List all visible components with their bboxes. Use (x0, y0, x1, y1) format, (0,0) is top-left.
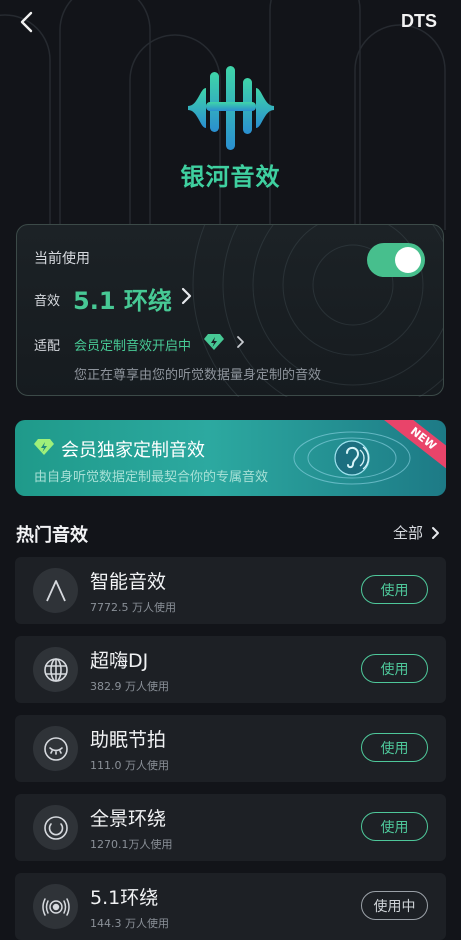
sound-wave-logo-icon (188, 66, 274, 150)
chevron-right-icon[interactable] (235, 334, 247, 350)
dts-button[interactable]: DTS (401, 11, 437, 32)
effect-item-panorama[interactable]: 全景环绕 1270.1万人使用 使用 (15, 794, 446, 861)
diamond-lightning-icon (204, 334, 224, 350)
effect-usage-count: 1270.1万人使用 (90, 838, 173, 851)
effect-usage-count: 111.0 万人使用 (90, 759, 169, 772)
chevron-left-icon (20, 11, 33, 33)
current-effect-card: 当前使用 音效 5.1 环绕 适配 会员定制音效开启中 您正在尊享由您的听觉数据… (16, 224, 444, 397)
ear-icon (293, 431, 411, 485)
effect-name: 助眠节拍 (90, 729, 167, 751)
effect-name: 超嗨DJ (90, 650, 149, 672)
effect-toggle[interactable] (367, 243, 425, 277)
banner-subtitle: 由自身听觉数据定制最契合你的专属音效 (34, 470, 269, 485)
effect-item-dj[interactable]: 超嗨DJ 382.9 万人使用 使用 (15, 636, 446, 703)
use-button[interactable]: 使用 (361, 812, 428, 841)
member-custom-effect-banner[interactable]: NEW 会员独家定制音效 由自身听觉数据定制最契合你的专属音效 (15, 420, 446, 496)
fit-status[interactable]: 会员定制音效开启中 (74, 335, 191, 354)
letter-a-icon (33, 568, 78, 613)
hot-effects-title: 热门音效 (16, 525, 88, 546)
use-button[interactable]: 使用 (361, 654, 428, 683)
use-button[interactable]: 使用 (361, 733, 428, 762)
effect-item-51-surround[interactable]: 5.1环绕 144.3 万人使用 使用中 (15, 873, 446, 940)
effect-name: 全景环绕 (90, 808, 167, 830)
effect-usage-count: 382.9 万人使用 (90, 680, 169, 693)
fit-label: 适配 (34, 339, 61, 354)
toggle-knob (395, 247, 421, 273)
current-use-label: 当前使用 (34, 251, 90, 267)
globe-icon (33, 647, 78, 692)
effect-item-smart[interactable]: 智能音效 7772.5 万人使用 使用 (15, 557, 446, 624)
view-all-link[interactable]: 全部 (393, 522, 441, 543)
chevron-right-icon (432, 526, 439, 539)
speaker-waves-icon (33, 884, 78, 929)
brand-title: 银河音效 (180, 163, 281, 191)
effect-name: 智能音效 (90, 571, 167, 593)
effect-name: 5.1环绕 (90, 887, 159, 909)
diamond-lightning-icon (34, 439, 54, 455)
use-button[interactable]: 使用 (361, 575, 428, 604)
effect-usage-count: 7772.5 万人使用 (90, 601, 176, 614)
sleeping-eye-icon (33, 726, 78, 771)
surround-ring-icon (33, 805, 78, 850)
back-button[interactable] (12, 8, 40, 36)
current-effect-value[interactable]: 5.1 环绕 (73, 281, 172, 316)
fit-description: 您正在尊享由您的听觉数据量身定制的音效 (74, 368, 322, 383)
effect-label: 音效 (34, 294, 61, 309)
view-all-label: 全部 (392, 524, 423, 542)
in-use-button[interactable]: 使用中 (361, 891, 428, 920)
banner-title: 会员独家定制音效 (61, 440, 205, 461)
chevron-right-icon[interactable] (179, 285, 193, 307)
effect-item-sleep[interactable]: 助眠节拍 111.0 万人使用 使用 (15, 715, 446, 782)
